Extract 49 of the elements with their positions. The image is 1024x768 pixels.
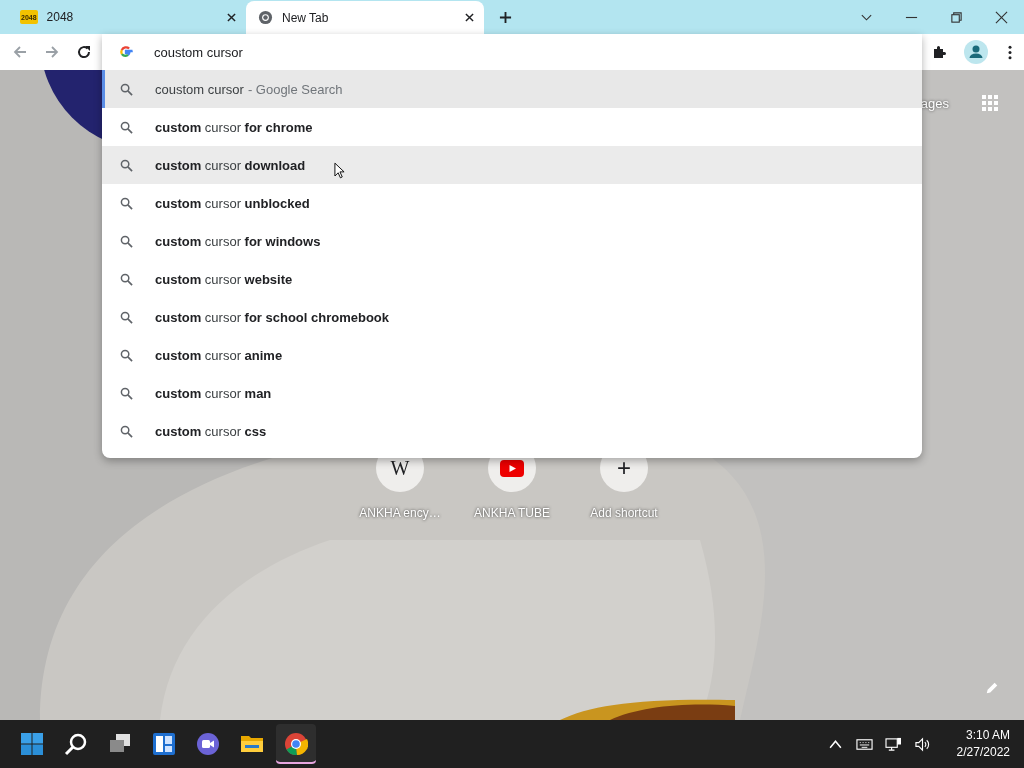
more-menu-icon[interactable] [1008, 44, 1012, 60]
new-tab-icon[interactable] [499, 10, 512, 24]
shortcut-label: ANKHA ency… [359, 506, 441, 520]
search-icon [120, 348, 133, 362]
suggestion-item[interactable]: custom cursor man [102, 374, 922, 412]
browser-tab[interactable]: New Tab [246, 1, 484, 34]
widgets-icon [152, 732, 176, 756]
close-icon[interactable] [227, 12, 236, 22]
address-bar[interactable]: coustom cursor [154, 44, 922, 60]
search-icon [120, 158, 133, 172]
suggestion-item[interactable]: coustom cursor - Google Search [102, 70, 922, 108]
reload-icon[interactable] [76, 44, 92, 60]
suggestion-item[interactable]: custom cursor for school chromebook [102, 298, 922, 336]
google-logo-icon [119, 45, 133, 59]
windows-logo-icon [20, 732, 44, 756]
restore-icon[interactable] [950, 10, 963, 24]
profile-avatar-icon[interactable] [964, 40, 988, 64]
search-icon [120, 196, 133, 210]
speaker-icon[interactable] [913, 736, 931, 752]
search-icon [120, 310, 133, 324]
back-arrow-icon[interactable] [12, 44, 28, 60]
suggestion-item[interactable]: custom cursor unblocked [102, 184, 922, 222]
suggestion-item[interactable]: custom cursor website [102, 260, 922, 298]
search-icon [120, 120, 133, 134]
puzzle-piece-icon[interactable] [932, 44, 948, 60]
shortcut-label: Add shortcut [590, 506, 658, 520]
taskbar-app[interactable] [276, 724, 316, 764]
search-icon [120, 234, 133, 248]
search-icon [64, 732, 88, 756]
keyboard-icon[interactable] [855, 736, 873, 752]
suggestion-item[interactable]: custom cursor download [102, 146, 922, 184]
close-icon[interactable] [465, 13, 474, 22]
shortcut-label: ANKHA TUBE [474, 506, 550, 520]
search-icon [120, 424, 133, 438]
suggestion-item[interactable]: custom cursor for windows [102, 222, 922, 260]
search-icon [120, 82, 133, 96]
mouse-pointer-icon [334, 162, 345, 179]
play-button-icon [500, 459, 524, 477]
video-camera-icon [196, 732, 220, 756]
suggestion-item[interactable]: custom cursor anime [102, 336, 922, 374]
search-icon [120, 272, 133, 286]
search-icon [120, 386, 133, 400]
suggestion-item[interactable]: custom cursor for chrome [102, 108, 922, 146]
forward-arrow-icon[interactable] [44, 44, 60, 60]
network-icon[interactable] [884, 736, 902, 752]
browser-logo-icon [284, 732, 308, 756]
close-icon[interactable] [995, 10, 1008, 24]
clock[interactable]: 3:10 AM 2/27/2022 [950, 727, 1016, 761]
browser-logo-icon [258, 10, 273, 25]
